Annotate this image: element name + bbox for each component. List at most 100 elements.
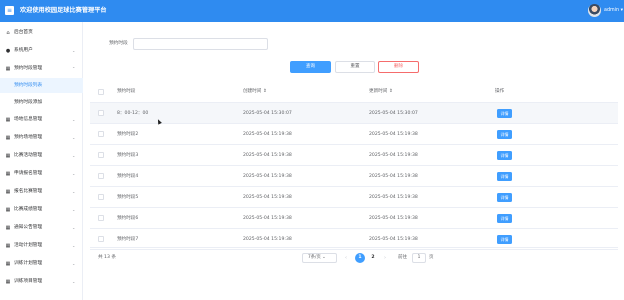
sidebar-item-activity-plans[interactable]: ▦ 活动计划管理 ⌄ <box>0 237 83 255</box>
sidebar-subitem-slot-list[interactable]: 预约时段列表 <box>0 78 83 93</box>
prev-page-icon[interactable]: ‹ <box>342 253 350 263</box>
sidebar-item-label: 预约时段管理 <box>14 66 43 71</box>
grid-icon: ▦ <box>5 66 11 72</box>
chevron-down-icon: ▾ <box>620 8 623 13</box>
page-size-value: 7条/页 <box>308 255 321 260</box>
detail-button[interactable]: 详情 <box>497 193 512 202</box>
table-row-divider <box>90 247 618 248</box>
cell-created: 2025-05-04 15:19:38 <box>243 174 292 179</box>
column-header-slot: 预约时段 <box>117 89 136 94</box>
sidebar-item-label: 训练项目管理 <box>14 279 43 284</box>
delete-button[interactable]: 删除 <box>378 61 419 73</box>
sidebar-item-slot-management[interactable]: ▦ 预约时段管理 ⌃ <box>0 60 83 78</box>
sidebar-item-label: 场地信息管理 <box>14 117 43 122</box>
detail-button[interactable]: 详情 <box>497 214 512 223</box>
column-header-created[interactable]: 创建时间 ⇕ <box>243 81 267 103</box>
username[interactable]: admin <box>604 8 619 13</box>
sidebar: ⌂ 后台首页 ● 系统用户 ⌄ ▦ 预约时段管理 ⌃ 预约时段列表 预约时段添加… <box>0 22 83 300</box>
cell-slot: 8：00-12：00 <box>117 111 149 116</box>
page-size-select[interactable]: 7条/页 ⌄ <box>302 253 337 263</box>
sidebar-item-label: 通知公告管理 <box>14 225 43 230</box>
cell-created: 2025-05-04 15:19:38 <box>243 153 292 158</box>
sidebar-item-label: 预约时段列表 <box>14 83 43 88</box>
cell-updated: 2025-05-04 15:19:38 <box>369 174 418 179</box>
grid-icon: ▦ <box>5 117 11 123</box>
table-row[interactable]: 8：00-12：00 2025-05-04 15:30:07 2025-05-0… <box>90 103 618 124</box>
sidebar-item-label: 比赛成绩管理 <box>14 207 43 212</box>
row-checkbox[interactable] <box>98 215 104 221</box>
sidebar-item-system-users[interactable]: ● 系统用户 ⌄ <box>0 42 83 60</box>
goto-page-input[interactable]: 1 <box>412 253 426 263</box>
detail-button[interactable]: 详情 <box>497 172 512 181</box>
chevron-down-icon: ⌄ <box>72 243 76 248</box>
chevron-down-icon: ⌄ <box>72 117 76 122</box>
table-row[interactable]: 预约时段4 2025-05-04 15:19:38 2025-05-04 15:… <box>90 166 618 187</box>
row-checkbox[interactable] <box>98 173 104 179</box>
cell-updated: 2025-05-04 15:19:38 <box>369 216 418 221</box>
detail-button[interactable]: 详情 <box>497 130 512 139</box>
table-header: 预约时段 创建时间 ⇕ 更新时间 ⇕ 操作 <box>90 81 618 103</box>
sidebar-item-label: 后台首页 <box>14 30 33 35</box>
reset-button[interactable]: 重置 <box>335 61 375 73</box>
user-icon: ● <box>5 48 11 54</box>
row-checkbox[interactable] <box>98 194 104 200</box>
grid-icon: ▦ <box>5 225 11 231</box>
cell-slot: 预约时段2 <box>117 132 139 137</box>
cell-slot: 预约时段4 <box>117 174 139 179</box>
detail-button[interactable]: 详情 <box>497 235 512 244</box>
sidebar-item-venue-booking[interactable]: ▦ 预约场地管理 ⌄ <box>0 129 83 147</box>
table-row[interactable]: 预约时段5 2025-05-04 15:19:38 2025-05-04 15:… <box>90 187 618 208</box>
grid-icon: ▦ <box>5 261 11 267</box>
grid-icon: ▦ <box>5 243 11 249</box>
cell-updated: 2025-05-04 15:30:07 <box>369 111 418 116</box>
chevron-down-icon: ⌄ <box>72 225 76 230</box>
sidebar-item-match-events[interactable]: ▦ 比赛活动管理 ⌄ <box>0 147 83 165</box>
detail-button[interactable]: 详情 <box>497 109 512 118</box>
chevron-down-icon: ⌄ <box>72 207 76 212</box>
sidebar-item-training-plans[interactable]: ▦ 训练计划管理 ⌄ <box>0 255 83 273</box>
search-input[interactable] <box>133 38 268 50</box>
row-checkbox[interactable] <box>98 152 104 158</box>
sort-icon[interactable]: ⇕ <box>389 89 393 94</box>
table-row[interactable]: 预约时段2 2025-05-04 15:19:38 2025-05-04 15:… <box>90 124 618 145</box>
page-2[interactable]: 2 <box>368 253 378 263</box>
row-checkbox[interactable] <box>98 236 104 242</box>
sidebar-item-label: 预约时段添加 <box>14 100 43 105</box>
sidebar-subitem-slot-add[interactable]: 预约时段添加 <box>0 95 83 110</box>
table-row[interactable]: 预约时段3 2025-05-04 15:19:38 2025-05-04 15:… <box>90 145 618 166</box>
user-menu[interactable]: admin ▾ <box>604 0 623 22</box>
grid-icon: ▦ <box>5 189 11 195</box>
cell-slot: 预约时段6 <box>117 216 139 221</box>
chevron-down-icon: ⌄ <box>72 48 76 53</box>
sidebar-item-notices[interactable]: ▦ 通知公告管理 ⌄ <box>0 219 83 237</box>
top-bar: ≡ 欢迎使用校园足球比赛管理平台 admin ▾ <box>0 0 624 22</box>
grid-icon: ▦ <box>5 135 11 141</box>
select-all-checkbox[interactable] <box>98 89 104 95</box>
row-checkbox[interactable] <box>98 131 104 137</box>
row-checkbox[interactable] <box>98 110 104 116</box>
query-button[interactable]: 查询 <box>290 61 331 73</box>
sort-icon[interactable]: ⇕ <box>263 89 267 94</box>
column-header-label: 更新时间 <box>369 89 388 94</box>
chevron-down-icon: ⌄ <box>72 171 76 176</box>
sidebar-item-label: 比赛活动管理 <box>14 153 43 158</box>
sidebar-item-label: 训练计划管理 <box>14 261 43 266</box>
sidebar-item-label: 预约场地管理 <box>14 135 43 140</box>
table-row[interactable]: 预约时段6 2025-05-04 15:19:38 2025-05-04 15:… <box>90 208 618 229</box>
sidebar-item-applications[interactable]: ▦ 申请报名管理 ⌄ <box>0 165 83 183</box>
sidebar-item-registrations[interactable]: ▦ 报名比赛管理 ⌄ <box>0 183 83 201</box>
chevron-down-icon: ⌄ <box>72 153 76 158</box>
user-avatar[interactable] <box>588 4 601 17</box>
column-header-actions: 操作 <box>495 89 505 94</box>
cell-slot: 预约时段5 <box>117 195 139 200</box>
column-header-updated[interactable]: 更新时间 ⇕ <box>369 81 393 103</box>
detail-button[interactable]: 详情 <box>497 151 512 160</box>
page-1[interactable]: 1 <box>355 253 365 263</box>
sidebar-item-training-projects[interactable]: ▦ 训练项目管理 ⌄ <box>0 273 83 291</box>
sidebar-item-home[interactable]: ⌂ 后台首页 <box>0 24 83 42</box>
sidebar-item-venue-info[interactable]: ▦ 场地信息管理 ⌄ <box>0 111 83 129</box>
menu-icon[interactable]: ≡ <box>5 6 14 15</box>
next-page-icon[interactable]: › <box>381 253 389 263</box>
sidebar-item-match-scores[interactable]: ▦ 比赛成绩管理 ⌄ <box>0 201 83 219</box>
goto-label: 前往 <box>398 255 407 260</box>
